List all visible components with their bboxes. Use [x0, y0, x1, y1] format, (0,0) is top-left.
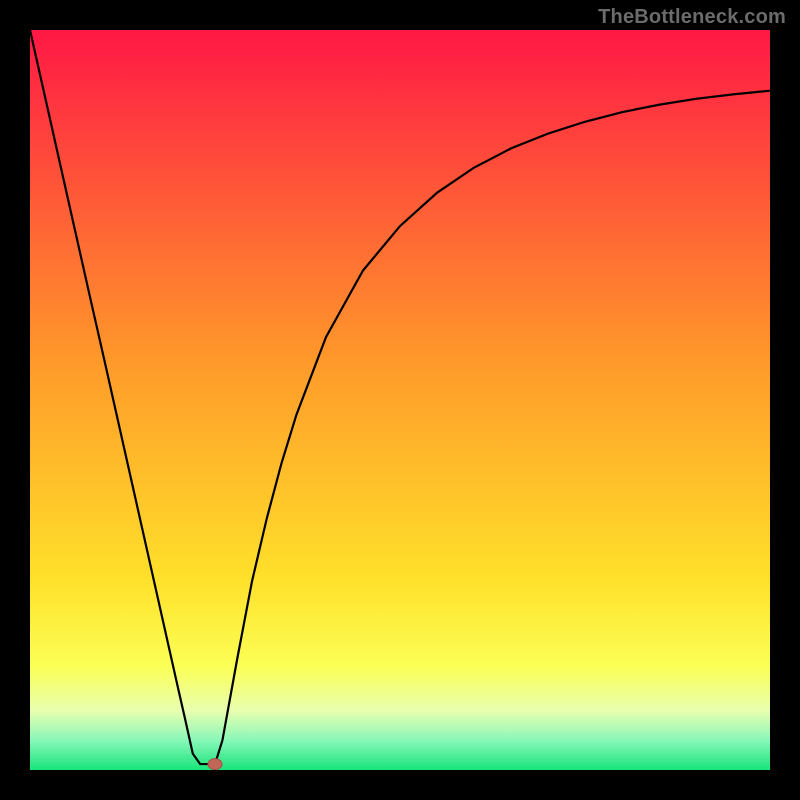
- background-gradient: [30, 30, 770, 770]
- optimal-marker-icon: [208, 759, 222, 770]
- attribution-label: TheBottleneck.com: [598, 6, 786, 29]
- chart-svg: [30, 30, 770, 770]
- plot-area: [30, 30, 770, 770]
- chart-frame: TheBottleneck.com: [0, 0, 800, 800]
